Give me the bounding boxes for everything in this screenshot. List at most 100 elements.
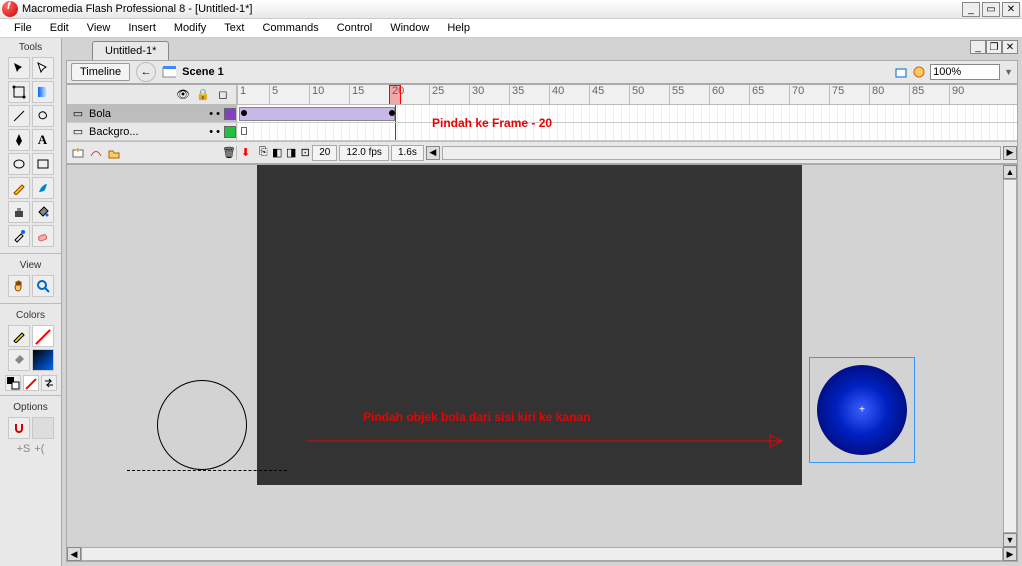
stage-area[interactable]: Pindah objek bola dari sisi kiri ke kana… [66, 164, 1018, 562]
menu-text[interactable]: Text [216, 20, 252, 36]
layer-bola[interactable]: ▭ Bola • • [67, 105, 237, 122]
frame-track-bg[interactable] [237, 123, 1017, 140]
guide-line [127, 470, 287, 471]
swap-colors[interactable] [41, 375, 57, 391]
maximize-button[interactable]: ▭ [982, 2, 1000, 17]
current-frame: 20 [312, 145, 337, 161]
zoom-select[interactable] [930, 64, 1000, 80]
scene-bar: Timeline ← Scene 1 ▼ [66, 60, 1018, 84]
keyframe-bg[interactable] [241, 127, 247, 135]
edit-symbol-icon[interactable] [912, 65, 926, 79]
timeline-button[interactable]: Timeline [71, 63, 130, 81]
menu-view[interactable]: View [79, 20, 119, 36]
hand-tool[interactable] [8, 275, 30, 297]
minimize-button[interactable]: _ [962, 2, 980, 17]
close-button[interactable]: ✕ [1002, 2, 1020, 17]
colors-header: Colors [0, 308, 61, 323]
menu-commands[interactable]: Commands [254, 20, 326, 36]
ball-object[interactable] [817, 365, 907, 455]
onion-skin-icon[interactable]: ◧ [270, 146, 284, 160]
free-transform-tool[interactable] [8, 81, 30, 103]
zoom-tool[interactable] [32, 275, 54, 297]
edit-multi-icon[interactable]: ⊡ [298, 146, 312, 160]
menu-help[interactable]: Help [439, 20, 478, 36]
paint-bucket-tool[interactable] [32, 201, 54, 223]
frames-ruler[interactable]: 151015202530354045505560657075808590 [237, 85, 1017, 104]
vertical-scrollbar[interactable]: ▲▼ [1003, 165, 1017, 547]
snap-option[interactable] [8, 417, 30, 439]
annotation-frame: Pindah ke Frame - 20 [432, 116, 552, 130]
layer-color-1[interactable] [224, 126, 236, 138]
center-frame-icon[interactable]: ⎘ [256, 146, 270, 160]
menu-insert[interactable]: Insert [120, 20, 164, 36]
keyframe-1[interactable] [241, 110, 247, 116]
selection-tool[interactable] [8, 57, 30, 79]
scroll-left[interactable]: ◀ [426, 146, 440, 160]
ball-outline-left[interactable] [157, 380, 247, 470]
doc-minimize[interactable]: _ [970, 40, 986, 54]
frame-track-bola[interactable] [237, 105, 1017, 122]
playhead[interactable] [389, 85, 401, 104]
main-area: Untitled-1* _ ❐ ✕ Timeline ← Scene 1 ▼ [62, 38, 1022, 566]
eyedropper-tool[interactable] [8, 225, 30, 247]
oval-tool[interactable] [8, 153, 30, 175]
elapsed-time: 1.6s [391, 145, 424, 161]
rectangle-tool[interactable] [32, 153, 54, 175]
gradient-transform-tool[interactable] [32, 81, 54, 103]
document-tab[interactable]: Untitled-1* [92, 41, 169, 60]
layer-icon: ▭ [71, 107, 85, 121]
lasso-tool[interactable] [32, 105, 54, 127]
menu-modify[interactable]: Modify [166, 20, 214, 36]
line-tool[interactable] [8, 105, 30, 127]
doc-restore[interactable]: ❐ [986, 40, 1002, 54]
scroll-right[interactable]: ▶ [1003, 146, 1017, 160]
horizontal-scrollbar[interactable]: ◀▶ [67, 547, 1017, 561]
fill-color[interactable] [8, 349, 30, 371]
layer-buttons: 🗑 [67, 146, 237, 160]
frame-rate: 12.0 fps [339, 145, 389, 161]
add-folder-icon[interactable] [107, 146, 121, 160]
add-motion-guide-icon[interactable] [89, 146, 103, 160]
pen-tool[interactable] [8, 129, 30, 151]
annotation-move: Pindah objek bola dari sisi kiri ke kana… [363, 410, 590, 424]
window-controls: _ ▭ ✕ [962, 2, 1020, 17]
back-icon[interactable]: ← [136, 62, 156, 82]
fill-swatch[interactable] [32, 349, 54, 371]
text-tool[interactable]: A [32, 129, 54, 151]
edit-scene-icon[interactable] [894, 65, 908, 79]
stroke-color[interactable] [8, 325, 30, 347]
default-colors[interactable] [5, 375, 21, 391]
layer-background[interactable]: ▭ Backgro... • • [67, 123, 237, 140]
straighten-icon[interactable]: +S [17, 443, 31, 455]
outline-icon[interactable]: ◻ [216, 88, 230, 102]
layer-header: 👁 🔒 ◻ [67, 85, 237, 104]
add-layer-icon[interactable] [71, 146, 85, 160]
app-icon [2, 1, 18, 17]
eye-icon[interactable]: 👁 [176, 88, 190, 102]
menu-control[interactable]: Control [329, 20, 380, 36]
delete-layer-icon[interactable]: 🗑 [222, 146, 236, 160]
smooth-option[interactable] [32, 417, 54, 439]
layer-color-0[interactable] [224, 108, 236, 120]
options-header: Options [0, 400, 61, 415]
brush-tool[interactable] [32, 177, 54, 199]
eraser-tool[interactable] [32, 225, 54, 247]
menu-window[interactable]: Window [382, 20, 437, 36]
timeline-scrollbar[interactable] [442, 146, 1001, 160]
menu-edit[interactable]: Edit [42, 20, 77, 36]
subselection-tool[interactable] [32, 57, 54, 79]
smooth-icon[interactable]: +( [34, 443, 44, 455]
lock-icon[interactable]: 🔒 [196, 88, 210, 102]
no-color[interactable] [23, 375, 39, 391]
onion-outline-icon[interactable]: ◨ [284, 146, 298, 160]
stroke-swatch[interactable] [32, 325, 54, 347]
tween-span[interactable] [239, 107, 395, 121]
menu-file[interactable]: File [6, 20, 40, 36]
app-title: Macromedia Flash Professional 8 - [Untit… [22, 3, 252, 15]
scene-name[interactable]: Scene 1 [182, 66, 224, 78]
doc-close[interactable]: ✕ [1002, 40, 1018, 54]
phmarker-icon: ⬇ [241, 146, 250, 159]
ink-bottle-tool[interactable] [8, 201, 30, 223]
layer-icon: ▭ [71, 125, 85, 139]
pencil-tool[interactable] [8, 177, 30, 199]
